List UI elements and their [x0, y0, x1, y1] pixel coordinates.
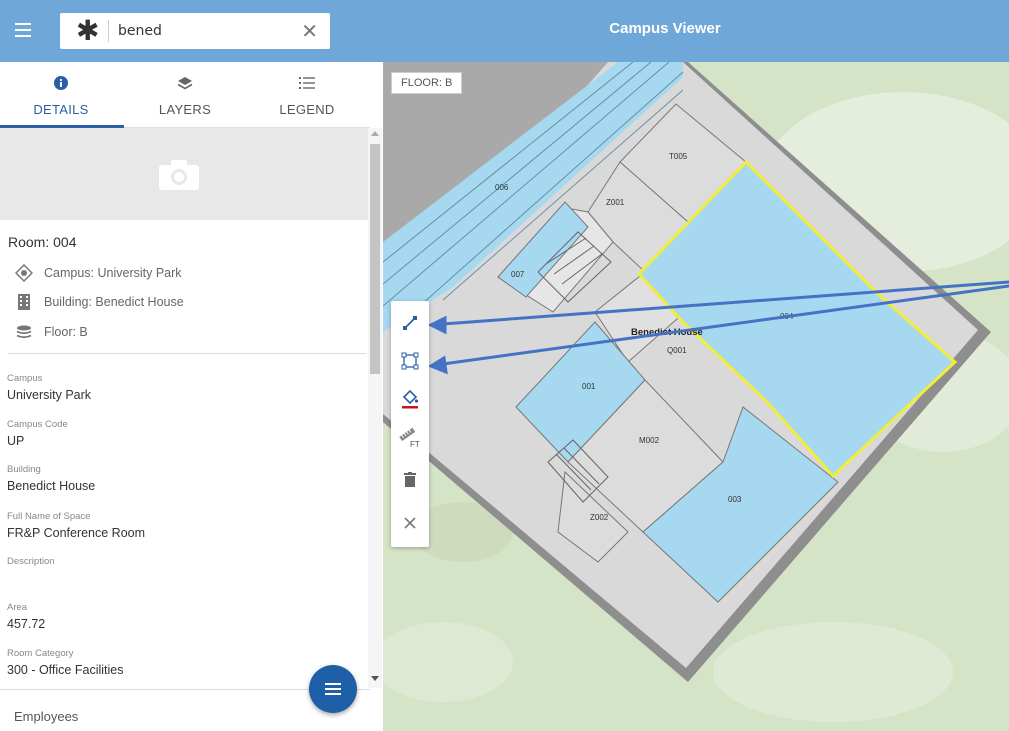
- field-label-building: Building: [7, 464, 41, 475]
- camera-icon: [159, 160, 199, 194]
- close-icon[interactable]: [398, 511, 422, 535]
- campus-diamond-icon: [14, 264, 34, 282]
- field-label-area: Area: [7, 602, 28, 613]
- scroll-down-arrow-icon[interactable]: [371, 676, 379, 681]
- panel-scrollbar[interactable]: [368, 128, 382, 688]
- field-label-room-category: Room Category: [7, 648, 74, 659]
- tab-label: LAYERS: [158, 102, 212, 117]
- measure-distance-icon[interactable]: [398, 311, 422, 335]
- fill-color-icon[interactable]: [398, 387, 422, 411]
- field-value-building: Benedict House: [7, 479, 96, 493]
- info-icon: [0, 76, 122, 94]
- measure-toolbar: FT: [391, 301, 429, 547]
- floor-plan-map[interactable]: 006 T005 Z001 007 004 Q001 001 M002 003 …: [383, 62, 1009, 731]
- map-canvas: 006 T005 Z001 007 004 Q001 001 M002 003 …: [383, 62, 1009, 731]
- map-room-003: 003: [728, 495, 742, 504]
- field-value-campus-code: UP: [7, 434, 25, 448]
- field-label-campus: Campus: [7, 373, 43, 384]
- map-room-z002: Z002: [590, 513, 609, 522]
- field-value-campus: University Park: [7, 388, 92, 402]
- hamburger-menu-icon[interactable]: [12, 19, 34, 43]
- campus-line-text: Campus: University Park: [44, 266, 182, 280]
- employees-section-header[interactable]: Employees: [14, 709, 78, 724]
- measure-area-icon[interactable]: [398, 349, 422, 373]
- scroll-up-arrow-icon[interactable]: [371, 131, 379, 136]
- tab-details[interactable]: DETAILS: [0, 62, 122, 128]
- app-header: ✱ ✕ Campus Viewer: [0, 0, 1009, 62]
- asterisk-icon: ✱: [76, 14, 100, 47]
- tab-legend[interactable]: LEGEND: [246, 62, 368, 128]
- units-label: FT: [410, 440, 420, 448]
- floors-stack-icon: [14, 323, 34, 341]
- layers-icon: [124, 76, 246, 94]
- panel-tabs: DETAILS LAYERS LEGEND: [0, 62, 370, 128]
- side-panel: DETAILS LAYERS LEGEND Room: 004 Campus: …: [0, 62, 383, 731]
- menu-fab-button[interactable]: [309, 665, 357, 713]
- field-value-area: 457.72: [7, 617, 46, 631]
- room-photo-placeholder: [0, 128, 370, 220]
- scrollbar-thumb[interactable]: [370, 144, 380, 374]
- close-icon[interactable]: ✕: [301, 20, 318, 42]
- building-line-text: Building: Benedict House: [44, 295, 184, 309]
- campus-line: Campus: University Park: [14, 262, 182, 284]
- floor-badge: FLOOR: B: [391, 72, 463, 94]
- trash-icon[interactable]: [398, 467, 422, 491]
- tab-layers[interactable]: LAYERS: [124, 62, 246, 128]
- divider: [8, 353, 366, 354]
- map-room-006: 006: [495, 183, 509, 192]
- building-line: Building: Benedict House: [14, 291, 184, 313]
- field-value-room-category: 300 - Office Facilities: [7, 663, 124, 677]
- app-title: Campus Viewer: [609, 20, 721, 37]
- units-ft-icon[interactable]: FT: [398, 425, 422, 449]
- field-label-campus-code: Campus Code: [7, 419, 68, 430]
- search-divider: [108, 20, 109, 42]
- field-label-description: Description: [7, 556, 55, 567]
- tab-label: DETAILS: [33, 102, 89, 117]
- map-room-t005: T005: [669, 152, 688, 161]
- search-input[interactable]: [118, 19, 288, 43]
- room-title: Room: 004: [8, 234, 77, 250]
- map-room-m002: M002: [639, 436, 660, 445]
- building-icon: [14, 293, 34, 311]
- map-room-z001: Z001: [606, 198, 625, 207]
- map-room-001: 001: [582, 382, 596, 391]
- search-box[interactable]: ✱ ✕: [60, 13, 330, 49]
- map-room-q001: Q001: [667, 346, 687, 355]
- floor-line-text: Floor: B: [44, 325, 88, 339]
- floor-line: Floor: B: [14, 321, 88, 343]
- tab-label: LEGEND: [279, 102, 335, 117]
- field-value-full-name: FR&P Conference Room: [7, 526, 146, 540]
- field-label-full-name: Full Name of Space: [7, 511, 91, 522]
- legend-list-icon: [246, 76, 368, 94]
- map-room-007: 007: [511, 270, 525, 279]
